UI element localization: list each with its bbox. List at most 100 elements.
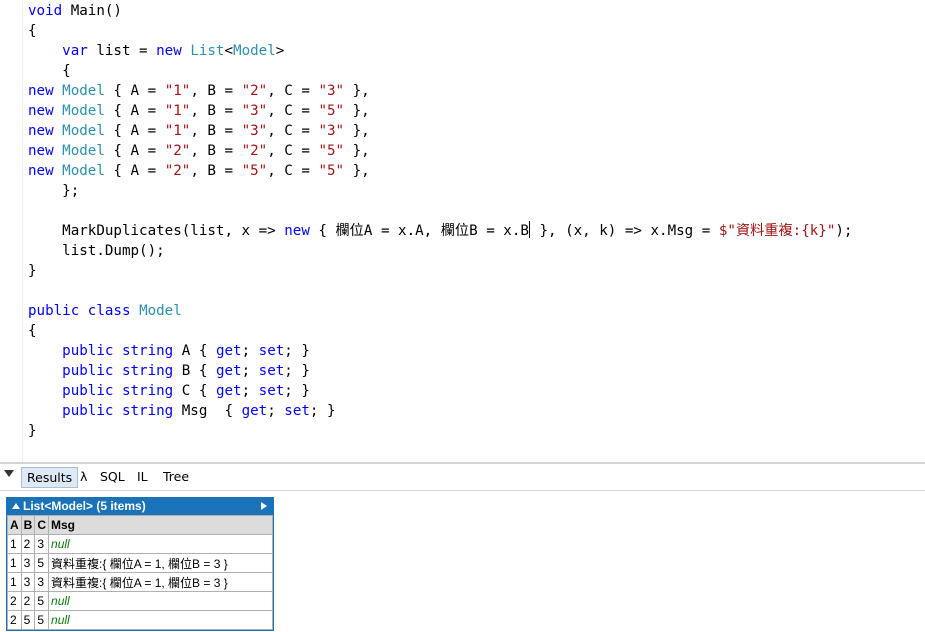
- tab-results[interactable]: Results: [21, 467, 79, 488]
- table-row[interactable]: 1 3 5 資料重複:{ 欄位A = 1, 欄位B = 3 }: [7, 553, 273, 573]
- code-token: }: [28, 423, 37, 439]
- code-line[interactable]: {: [28, 21, 852, 41]
- code-token: , B =: [190, 83, 242, 99]
- table-row[interactable]: 2 5 5 null: [7, 610, 273, 630]
- code-line[interactable]: {: [28, 321, 852, 341]
- cell-a: 2: [7, 591, 22, 611]
- output-tab-strip: Results λ SQL IL Tree: [0, 464, 925, 491]
- code-text[interactable]: void Main(){ var list = new List<Model> …: [28, 1, 852, 441]
- code-line[interactable]: new Model { A = "1", B = "2", C = "3" },: [28, 81, 852, 101]
- code-token: "3": [318, 83, 345, 99]
- code-token: Main(): [62, 3, 122, 19]
- code-line[interactable]: };: [28, 181, 852, 201]
- column-header-msg[interactable]: Msg: [48, 515, 273, 535]
- cell-a: 2: [7, 610, 22, 630]
- table-header-row: A B C Msg: [7, 515, 273, 535]
- code-token: );: [835, 223, 853, 239]
- code-token: }: [28, 263, 37, 279]
- table-row[interactable]: 1 2 3 null: [7, 534, 273, 554]
- code-token: {: [28, 323, 37, 339]
- code-token: "2": [164, 163, 191, 179]
- tab-tree[interactable]: Tree: [159, 467, 193, 487]
- tab-sql[interactable]: SQL: [96, 467, 129, 487]
- cell-c: 5: [34, 553, 50, 573]
- results-grid: List<Model> (5 items) A B C Msg 1 2 3 null 1…: [6, 497, 274, 631]
- editor-gutter: [0, 0, 23, 462]
- code-token: Model: [62, 123, 105, 139]
- code-token: };: [28, 183, 80, 199]
- column-header-c[interactable]: C: [34, 515, 50, 535]
- code-token: Msg {: [173, 403, 242, 419]
- code-token: "2": [241, 143, 268, 159]
- code-line[interactable]: var list = new List<Model>: [28, 41, 852, 61]
- cell-msg: null: [48, 534, 273, 554]
- code-line[interactable]: new Model { A = "1", B = "3", C = "5" },: [28, 101, 852, 121]
- grid-title: List<Model> (5 items): [23, 499, 146, 513]
- code-line[interactable]: public string C { get; set; }: [28, 381, 852, 401]
- code-line[interactable]: new Model { A = "2", B = "2", C = "5" },: [28, 141, 852, 161]
- code-token: },: [344, 103, 370, 119]
- code-line[interactable]: [28, 201, 852, 221]
- code-token: ; }: [309, 403, 336, 419]
- cell-c: 3: [34, 534, 50, 554]
- code-line[interactable]: public class Model: [28, 301, 852, 321]
- code-token: { A =: [104, 83, 165, 99]
- cell-c: 3: [34, 572, 50, 592]
- code-line[interactable]: new Model { A = "1", B = "3", C = "3" },: [28, 121, 852, 141]
- collapse-output-icon[interactable]: [4, 470, 14, 477]
- code-token: Model: [139, 303, 182, 319]
- code-line[interactable]: void Main(): [28, 1, 852, 21]
- code-token: "1": [164, 123, 191, 139]
- code-token: , C =: [267, 123, 319, 139]
- tab-il[interactable]: IL: [133, 467, 152, 487]
- code-token: public: [62, 403, 114, 419]
- code-token: , C =: [267, 143, 319, 159]
- code-token: public: [62, 363, 114, 379]
- code-token: {: [28, 63, 71, 79]
- code-token: { A =: [104, 103, 165, 119]
- code-line[interactable]: {: [28, 61, 852, 81]
- code-token: new: [28, 123, 54, 139]
- tab-lambda[interactable]: λ: [76, 467, 91, 487]
- code-line[interactable]: public string A { get; set; }: [28, 341, 852, 361]
- code-line[interactable]: public string B { get; set; }: [28, 361, 852, 381]
- code-line[interactable]: list.Dump();: [28, 241, 852, 261]
- code-editor[interactable]: void Main(){ var list = new List<Model> …: [0, 0, 925, 462]
- code-token: public: [28, 303, 80, 319]
- code-line[interactable]: new Model { A = "2", B = "5", C = "5" },: [28, 161, 852, 181]
- code-token: },: [344, 143, 370, 159]
- table-row[interactable]: 1 3 3 資料重複:{ 欄位A = 1, 欄位B = 3 }: [7, 572, 273, 592]
- code-token: new: [28, 103, 54, 119]
- column-header-a[interactable]: A: [7, 515, 22, 535]
- code-token: string: [121, 343, 174, 359]
- cell-b: 3: [20, 553, 36, 573]
- code-token: },: [344, 123, 370, 139]
- code-line[interactable]: [28, 281, 852, 301]
- code-token: new: [28, 143, 54, 159]
- table-row[interactable]: 2 2 5 null: [7, 591, 273, 611]
- code-line[interactable]: }: [28, 421, 852, 441]
- code-line[interactable]: }: [28, 261, 852, 281]
- code-token: "2": [164, 143, 191, 159]
- code-token: public: [62, 343, 114, 359]
- code-token: get: [215, 363, 242, 379]
- cell-c: 5: [34, 610, 50, 630]
- cell-msg: 資料重複:{ 欄位A = 1, 欄位B = 3 }: [48, 553, 273, 573]
- code-line[interactable]: MarkDuplicates(list, x => new { 欄位A = x.…: [28, 221, 852, 241]
- code-token: new: [284, 223, 310, 239]
- column-header-b[interactable]: B: [20, 515, 36, 535]
- code-token: get: [215, 343, 242, 359]
- grid-header[interactable]: List<Model> (5 items): [7, 498, 273, 515]
- collapse-grid-icon[interactable]: [12, 503, 20, 509]
- expand-right-icon[interactable]: [261, 502, 267, 510]
- code-line[interactable]: public string Msg { get; set; }: [28, 401, 852, 421]
- code-token: {: [28, 23, 37, 39]
- cell-msg: 資料重複:{ 欄位A = 1, 欄位B = 3 }: [48, 572, 273, 592]
